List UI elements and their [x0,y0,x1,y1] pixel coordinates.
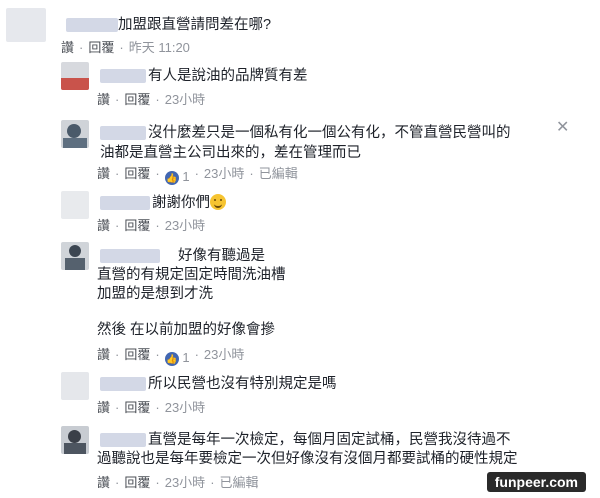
like-link[interactable]: 讚 [61,40,74,55]
comment-text: 過聽說也是每年要檢定一次但好像沒有沒個月都要試桶的硬性規定 [97,451,518,467]
comment-meta: 讚 · 回覆 · 23小時 [97,92,206,107]
comment-time[interactable]: 23小時 [165,92,205,107]
like-link[interactable]: 讚 [97,218,110,233]
comment-meta: 讚 · 回覆 · 23小時 · 已編輯 [97,475,259,490]
like-link[interactable]: 讚 [97,347,110,362]
reply-link[interactable]: 回覆 [124,475,150,490]
comment-meta: 讚 · 回覆 · 👍 1 · 23小時 [97,347,245,366]
commenter-name-blurred[interactable] [100,69,146,83]
comment-text: 油都是直營主公司出來的，差在管理而已 [100,145,361,161]
like-link[interactable]: 讚 [97,475,110,490]
like-count[interactable]: 👍 1 [164,169,190,185]
comment-text: 加盟的是想到才洗 [97,286,213,302]
commenter-name-blurred[interactable] [100,249,160,263]
avatar[interactable] [61,426,89,454]
comment-text: 直營的有規定固定時間洗油槽 [97,267,286,283]
thumbs-up-icon: 👍 [164,352,179,366]
reply-link[interactable]: 回覆 [124,400,150,415]
close-icon[interactable]: ✕ [556,117,569,137]
comment-text: 然後 在以前加盟的好像會摻 [97,322,276,338]
comment-time[interactable]: 23小時 [165,475,205,490]
commenter-name-blurred[interactable] [100,126,146,140]
comment-meta: 讚 · 回覆 · 👍 1 · 23小時 · 已編輯 [97,166,298,185]
comment-meta: 讚 · 回覆 · 23小時 [97,218,206,233]
watermark: funpeer.com [486,472,586,492]
comment-text: 直營是每年一次檢定，每個月固定試桶，民營我沒待過不 [148,432,511,448]
comment-time[interactable]: 23小時 [204,347,244,362]
comment-text: 謝謝你們 [152,193,226,213]
comment-time[interactable]: 23小時 [165,218,205,233]
edited-label[interactable]: 已編輯 [220,475,259,490]
comment-text: 好像有聽過是 [178,248,265,264]
avatar[interactable] [61,242,89,270]
reply-link[interactable]: 回覆 [124,166,150,181]
comment-text: 沒什麼差只是一個私有化一個公有化，不管直營民營叫的 [148,125,511,141]
avatar[interactable] [61,62,89,90]
edited-label[interactable]: 已編輯 [259,166,298,181]
commenter-name-blurred[interactable] [66,18,118,32]
smile-emoji-icon [210,194,226,210]
thumbs-up-icon: 👍 [164,171,179,185]
like-link[interactable]: 讚 [97,400,110,415]
comment-text: 有人是說油的品牌質有差 [148,68,308,84]
commenter-name-blurred[interactable] [100,196,150,210]
commenter-name-blurred[interactable] [100,377,146,391]
comment-meta: 讚 · 回覆 · 昨天 11:20 [61,40,190,55]
avatar[interactable] [61,120,89,148]
comment-time[interactable]: 23小時 [165,400,205,415]
reply-link[interactable]: 回覆 [124,347,150,362]
like-count[interactable]: 👍 1 [164,350,190,366]
reply-link[interactable]: 回覆 [124,92,150,107]
comment-meta: 讚 · 回覆 · 23小時 [97,400,206,415]
commenter-name-blurred[interactable] [100,433,146,447]
reply-link[interactable]: 回覆 [88,40,114,55]
like-link[interactable]: 讚 [97,166,110,181]
avatar[interactable] [61,372,89,400]
comment-time[interactable]: 昨天 11:20 [129,40,190,55]
comment-text: 加盟跟直營請問差在哪? [118,17,272,33]
like-link[interactable]: 讚 [97,92,110,107]
comment-text: 所以民營也沒有特別規定是嗎 [148,376,337,392]
avatar-blurred [6,8,46,42]
reply-link[interactable]: 回覆 [124,218,150,233]
avatar[interactable] [61,191,89,219]
comment-time[interactable]: 23小時 [204,166,244,181]
